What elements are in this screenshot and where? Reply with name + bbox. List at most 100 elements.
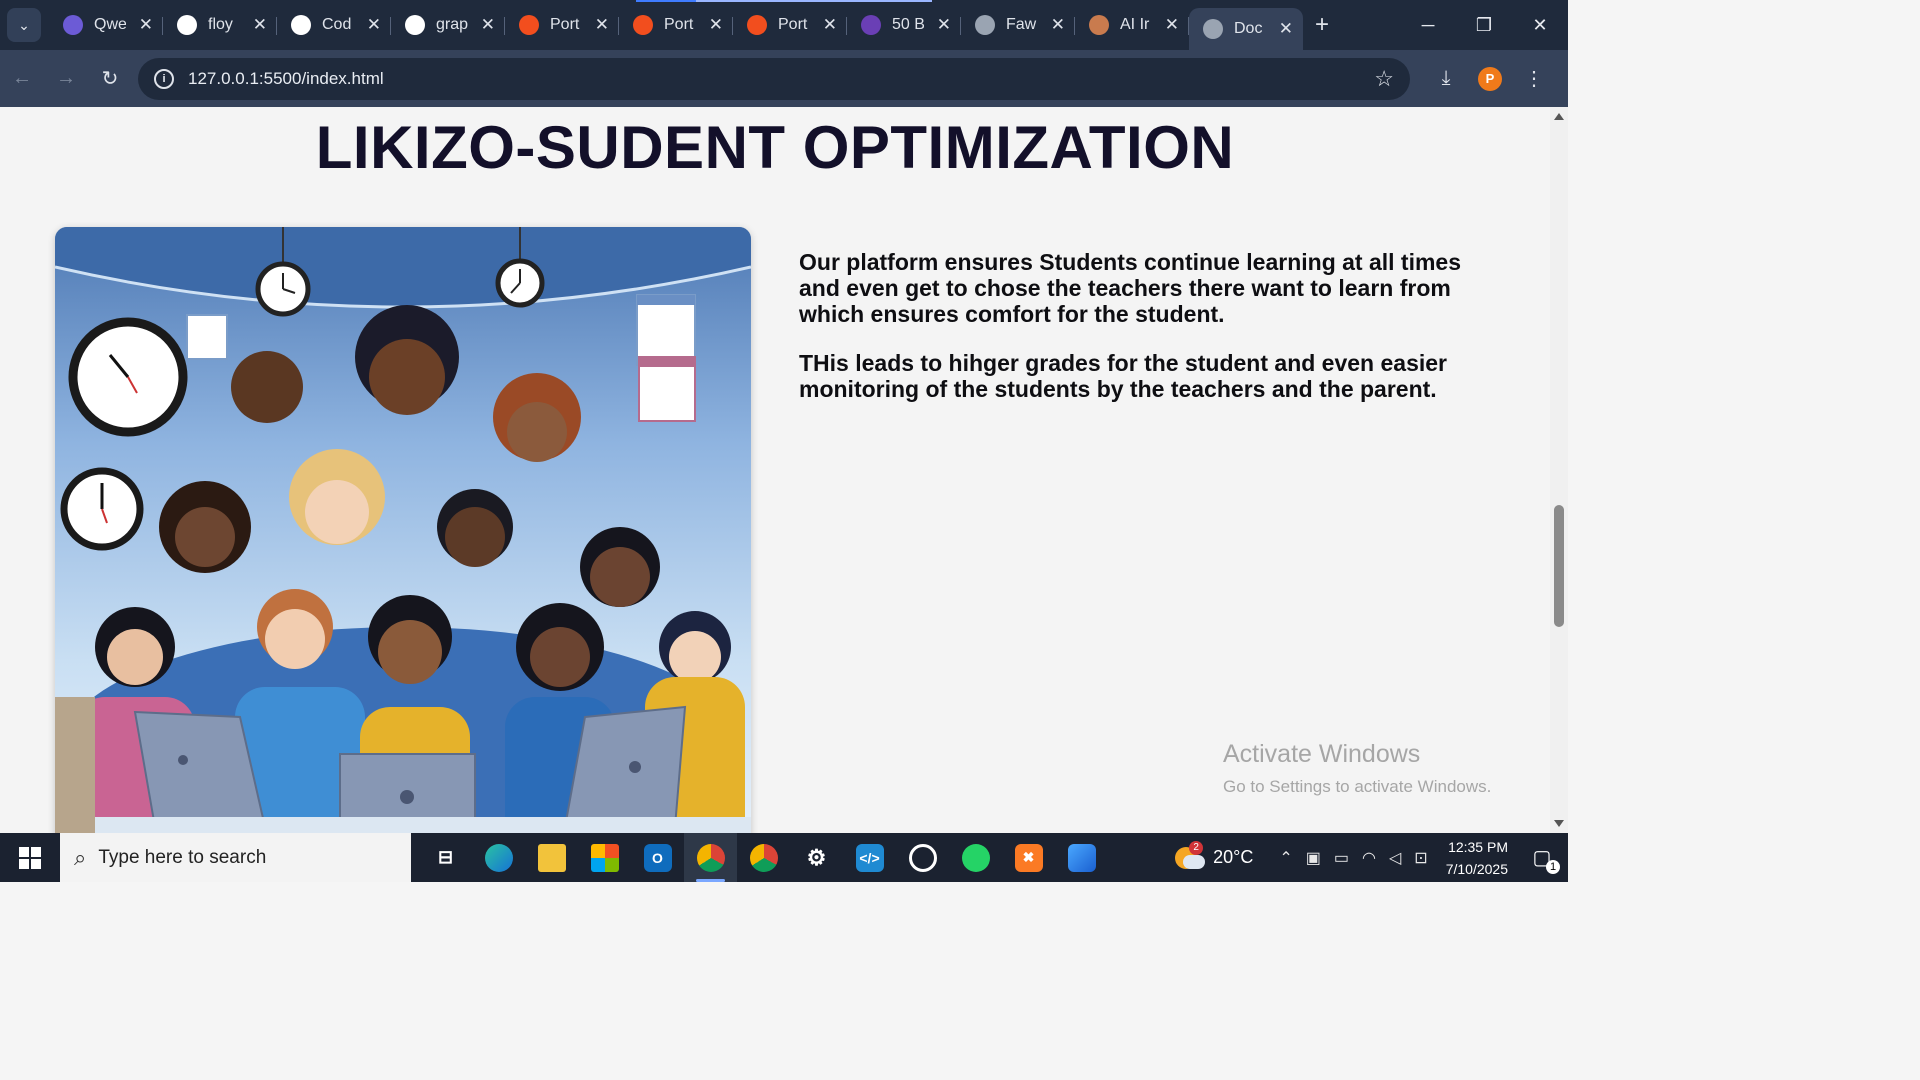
browser-tab[interactable]: 50 B ✕ [847,7,961,43]
page-viewport: LIKIZO-SUDENT OPTIMIZATION Our platform … [0,107,1550,833]
clock-icon [68,317,188,437]
windows-logo-icon [19,846,41,869]
vscode-icon[interactable]: </> [843,833,896,882]
close-tab-icon[interactable]: ✕ [709,15,723,35]
globe-icon [1203,19,1223,39]
colorlib-icon [861,15,881,35]
xampp-icon[interactable]: ✖ [1002,833,1055,882]
close-tab-icon[interactable]: ✕ [481,15,495,35]
weather-alert-badge: 2 [1189,840,1204,855]
search-icon: ⌕ [74,844,87,870]
close-tab-icon[interactable]: ✕ [595,15,609,35]
close-tab-icon[interactable]: ✕ [823,15,837,35]
close-window-icon[interactable]: ✕ [1512,0,1568,50]
close-tab-icon[interactable]: ✕ [937,15,951,35]
meet-now-icon[interactable]: ▣ [1306,848,1321,868]
back-icon[interactable]: ← [0,59,44,99]
tab-title: floy [208,16,233,33]
url-text[interactable]: 127.0.0.1:5500/index.html [188,69,384,89]
close-tab-icon[interactable]: ✕ [1165,15,1179,35]
taskbar-search-box[interactable]: ⌕ Type here to search [60,833,411,882]
system-tray: 2 20°C ⌃ ▣ ▭ ◠ ◁ ⊡ 12:35 PM 7/10/2025 ▢ … [1175,833,1568,882]
edge-icon[interactable] [472,833,525,882]
browser-tab[interactable]: Port ✕ [619,7,733,43]
tab-title: Port [778,16,808,33]
tab-title: Port [664,16,694,33]
tab-title: 50 B [892,16,924,33]
browser-tab[interactable]: Cod ✕ [277,7,391,43]
weather-widget[interactable]: 2 20°C [1175,840,1254,871]
tab-title: Cod [322,16,352,33]
browser-tab-strip: ⌄ Qwe ✕ floy ✕ Cod ✕ grap ✕ Port ✕ Port ✕ Port ✕ 50 B ✕… [0,0,1568,50]
outlook-icon[interactable]: O [631,833,684,882]
watermark-subtitle: Go to Settings to activate Windows. [1223,777,1492,796]
tab-title: Doc [1234,20,1263,37]
browser-tab[interactable]: AI Ir ✕ [1075,7,1189,43]
new-tab-button[interactable]: + [1315,11,1329,39]
chevron-up-icon[interactable]: ⌃ [1279,848,1292,868]
bookmark-star-icon[interactable]: ☆ [1374,66,1394,92]
browser-menu-icon[interactable]: ⋮ [1512,66,1556,91]
students-illustration-graphic [55,227,751,833]
profile-avatar[interactable]: P [1478,66,1502,91]
tab-search-button[interactable]: ⌄ [7,8,41,42]
close-tab-icon[interactable]: ✕ [1279,19,1293,39]
browser-tab[interactable]: Faw ✕ [961,7,1075,43]
close-tab-icon[interactable]: ✕ [139,15,153,35]
clock-date: 7/10/2025 [1445,860,1508,877]
minimize-icon[interactable]: ─ [1400,0,1456,50]
laptop-icon [563,705,687,828]
reload-icon[interactable]: ↻ [88,59,132,99]
browser-tab[interactable]: Port ✕ [505,7,619,43]
browser-tab[interactable]: floy ✕ [163,7,277,43]
close-tab-icon[interactable]: ✕ [367,15,381,35]
browser-tab[interactable]: Qwe ✕ [49,7,163,43]
weather-temperature: 20°C [1213,847,1254,867]
weather-icon: 2 [1175,840,1206,871]
description-text: Our platform ensures Students continue l… [799,249,1489,425]
scrollbar-thumb[interactable] [1554,505,1564,627]
site-info-icon[interactable]: i [154,68,174,89]
page-scrollbar[interactable] [1550,107,1568,833]
language-icon[interactable]: ⊡ [1414,848,1427,868]
browser-tab[interactable]: Doc ✕ [1189,8,1303,50]
notification-count: 1 [1546,859,1560,874]
google-icon [177,15,197,35]
close-tab-icon[interactable]: ✕ [1051,15,1065,35]
qwen-icon [63,15,83,35]
obs-icon[interactable] [896,833,949,882]
chrome-profile-icon[interactable] [737,833,790,882]
settings-gear-icon[interactable]: ⚙ [790,833,843,882]
taskbar-clock[interactable]: 12:35 PM 7/10/2025 [1446,836,1508,880]
restore-icon[interactable]: ❐ [1456,0,1512,50]
chrome-icon[interactable] [684,833,737,882]
whatsapp-icon[interactable] [949,833,1002,882]
notification-center-icon[interactable]: ▢ 1 [1528,844,1560,874]
wifi-icon[interactable]: ◠ [1362,848,1376,868]
activate-windows-watermark: Activate Windows Go to Settings to activ… [1223,740,1491,797]
photos-icon[interactable] [1055,833,1108,882]
task-view-icon[interactable]: ⊟ [419,833,472,882]
scroll-up-icon[interactable] [1554,113,1564,120]
tab-title: AI Ir [1120,16,1150,33]
battery-icon[interactable]: ▭ [1334,848,1349,868]
file-explorer-icon[interactable] [525,833,578,882]
chevron-down-icon: ⌄ [18,16,30,33]
volume-icon[interactable]: ◁ [1389,848,1401,868]
download-icon[interactable]: ⤓ [1424,67,1468,90]
scroll-down-icon[interactable] [1554,820,1564,827]
browser-tab[interactable]: Port ✕ [733,7,847,43]
ai-avatar-icon [1089,15,1109,35]
browser-tab[interactable]: grap ✕ [391,7,505,43]
forward-icon[interactable]: → [44,59,88,99]
microsoft-store-icon[interactable] [578,833,631,882]
address-bar[interactable]: i 127.0.0.1:5500/index.html ☆ [138,57,1410,100]
page-title: LIKIZO-SUDENT OPTIMIZATION [315,114,1235,181]
active-app-indicator [696,879,725,882]
figma-icon [633,15,653,35]
start-button[interactable] [0,833,60,882]
tab-loading-progress [636,0,696,2]
close-tab-icon[interactable]: ✕ [253,15,267,35]
codepen-icon [291,15,311,35]
browser-toolbar: ← → ↻ i 127.0.0.1:5500/index.html ☆ ⤓ P … [0,50,1568,107]
